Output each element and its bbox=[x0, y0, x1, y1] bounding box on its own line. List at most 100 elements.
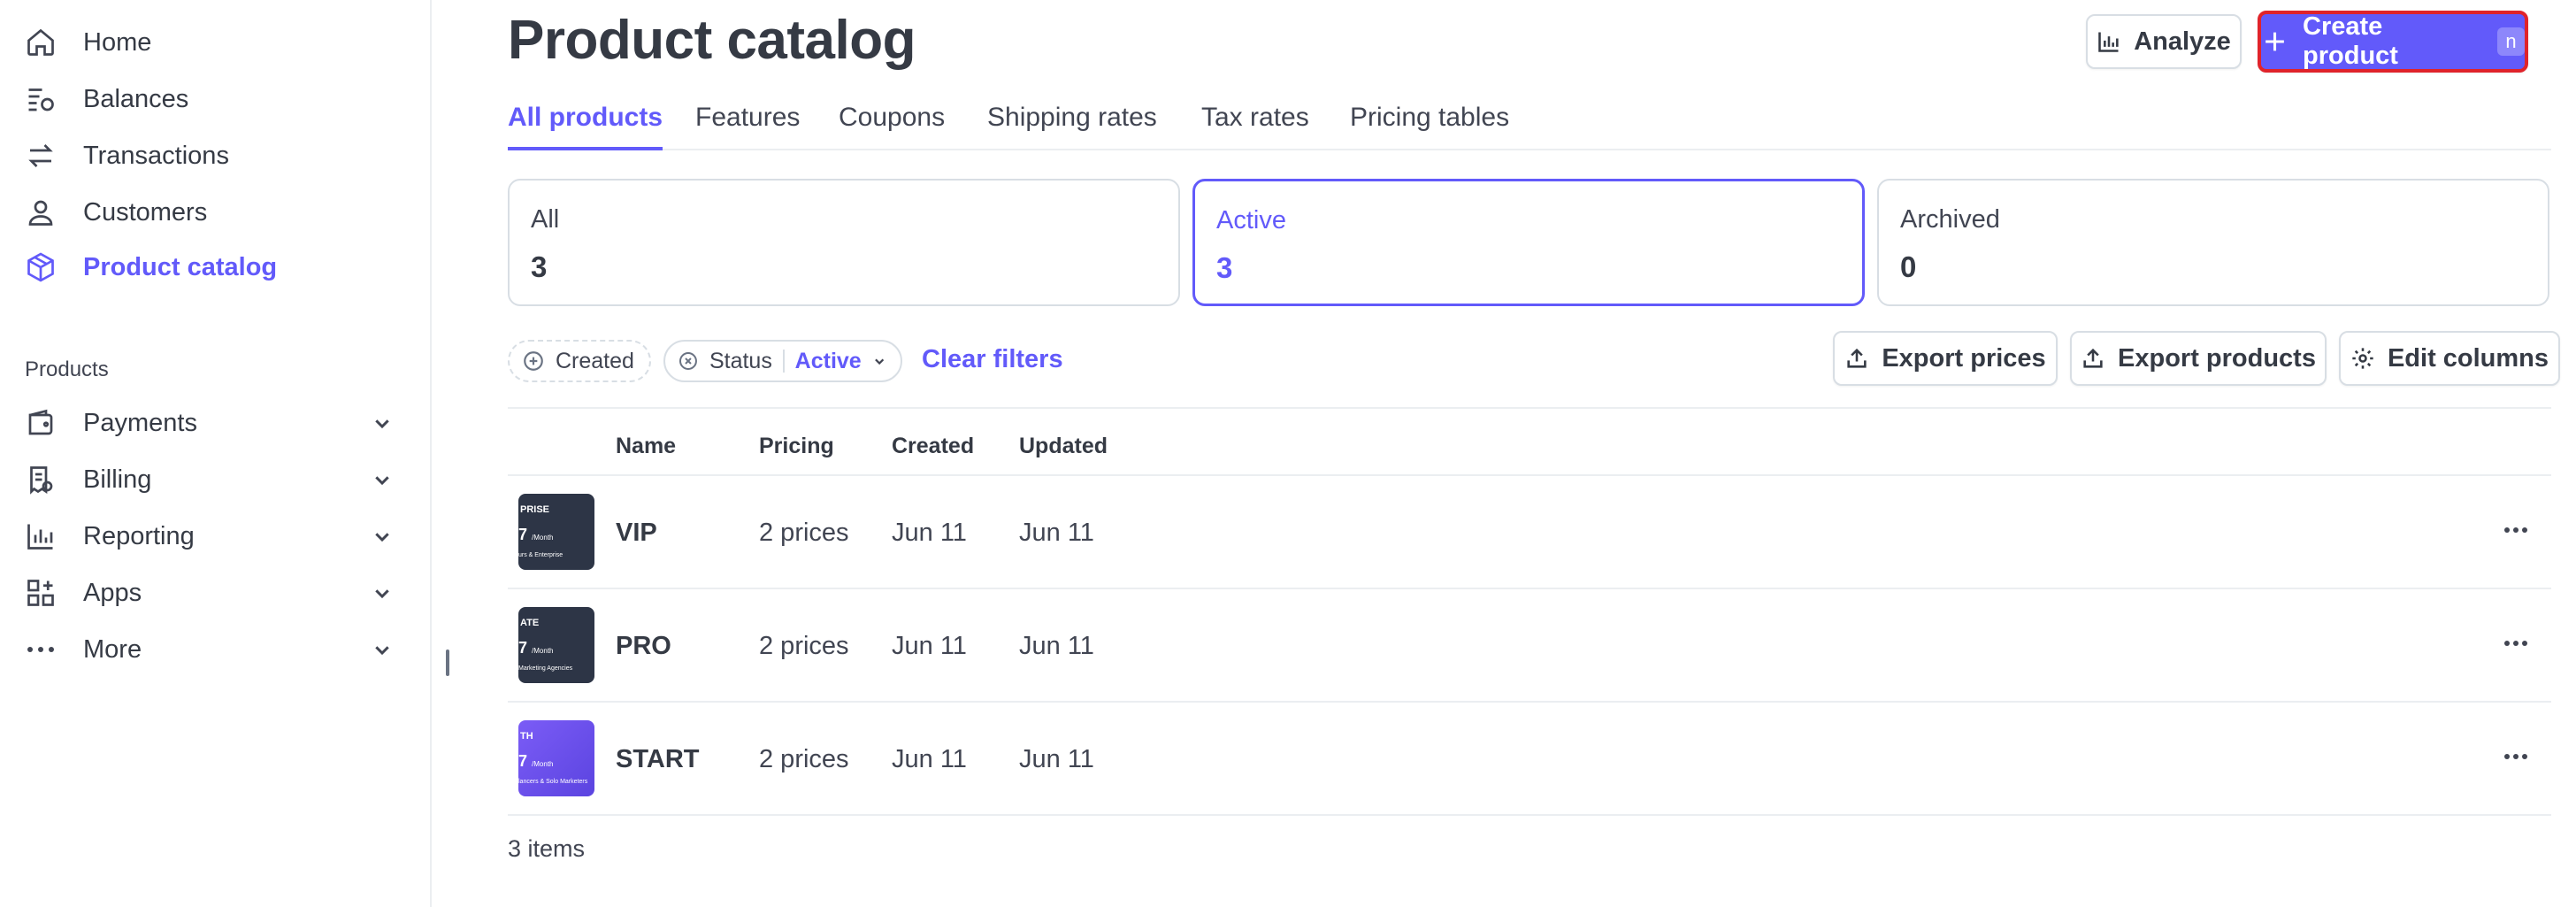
product-updated: Jun 11 bbox=[1019, 519, 1094, 547]
main-content: Product catalog Analyze Create product n… bbox=[508, 0, 2560, 907]
tab-shipping-rates[interactable]: Shipping rates bbox=[987, 96, 1157, 150]
table-row[interactable]: PRISE 7 /Month urs & Enterprise VIP 2 pr… bbox=[508, 478, 2551, 589]
tab-bar: All products Features Coupons Shipping r… bbox=[508, 96, 2551, 150]
sidebar-item-apps[interactable]: Apps bbox=[25, 570, 396, 616]
product-name[interactable]: PRO bbox=[616, 632, 671, 661]
column-header-updated[interactable]: Updated bbox=[1019, 434, 1108, 459]
tab-coupons[interactable]: Coupons bbox=[839, 96, 945, 150]
tab-features[interactable]: Features bbox=[695, 96, 800, 150]
sidebar-item-product-catalog[interactable]: Product catalog bbox=[25, 244, 396, 290]
sidebar-item-transactions[interactable]: Transactions bbox=[25, 133, 396, 179]
sidebar: Home Balances Transactions Customers Pro… bbox=[0, 0, 432, 907]
thumbnail-text: TH bbox=[520, 731, 533, 742]
product-name[interactable]: VIP bbox=[616, 519, 657, 548]
thumbnail-price-suffix: /Month bbox=[532, 647, 554, 655]
stat-label: Active bbox=[1216, 206, 1286, 234]
thumbnail-price-value: 7 bbox=[518, 639, 528, 657]
product-name[interactable]: START bbox=[616, 745, 700, 774]
sidebar-item-billing[interactable]: Billing bbox=[25, 457, 396, 503]
product-pricing: 2 prices bbox=[759, 632, 849, 660]
export-prices-button[interactable]: Export prices bbox=[1833, 331, 2058, 386]
column-header-created[interactable]: Created bbox=[892, 434, 974, 459]
thumbnail-text: PRISE bbox=[520, 504, 550, 515]
product-pricing: 2 prices bbox=[759, 519, 849, 547]
thumbnail-price-value: 7 bbox=[518, 752, 528, 770]
sidebar-resize-handle[interactable] bbox=[446, 650, 449, 676]
sidebar-item-customers[interactable]: Customers bbox=[25, 189, 396, 235]
thumbnail-price-suffix: /Month bbox=[532, 760, 554, 768]
sidebar-item-label: Billing bbox=[83, 465, 152, 494]
thumbnail-price: 7 /Month bbox=[518, 526, 554, 544]
balances-icon bbox=[25, 81, 67, 117]
sidebar-item-label: Payments bbox=[83, 408, 197, 437]
column-header-pricing[interactable]: Pricing bbox=[759, 434, 834, 459]
table-row[interactable]: ATE 7 /Month Marketing Agencies PRO 2 pr… bbox=[508, 591, 2551, 703]
create-product-button[interactable]: Create product n bbox=[2258, 11, 2528, 73]
analyze-button[interactable]: Analyze bbox=[2086, 14, 2242, 69]
chevron-down-icon bbox=[375, 419, 389, 429]
sidebar-item-label: Balances bbox=[83, 84, 189, 113]
stat-card-active[interactable]: Active 3 bbox=[1192, 179, 1865, 306]
product-thumbnail: PRISE 7 /Month urs & Enterprise bbox=[518, 494, 594, 570]
stat-value: 3 bbox=[531, 250, 548, 283]
chevron-down-icon bbox=[874, 358, 884, 365]
payments-icon bbox=[25, 405, 67, 441]
remove-circle-icon[interactable] bbox=[678, 350, 699, 373]
stat-value: 0 bbox=[1900, 250, 1917, 283]
row-actions-button[interactable] bbox=[2498, 743, 2534, 770]
thumbnail-subtext: lancers & Solo Marketers bbox=[518, 779, 588, 785]
sidebar-item-reporting[interactable]: Reporting bbox=[25, 513, 396, 559]
sidebar-item-label: Home bbox=[83, 27, 152, 57]
export-products-button[interactable]: Export products bbox=[2070, 331, 2327, 386]
table-header: Name Pricing Created Updated bbox=[508, 407, 2551, 476]
sidebar-item-more[interactable]: More bbox=[25, 626, 396, 673]
plus-icon bbox=[2266, 32, 2284, 51]
chart-icon bbox=[2098, 32, 2119, 52]
tab-all-products[interactable]: All products bbox=[508, 96, 663, 150]
export-prices-label: Export prices bbox=[1882, 343, 2046, 373]
tab-pricing-tables[interactable]: Pricing tables bbox=[1350, 96, 1509, 150]
export-products-label: Export products bbox=[2118, 343, 2316, 373]
tab-tax-rates[interactable]: Tax rates bbox=[1201, 96, 1309, 150]
sidebar-item-label: More bbox=[83, 634, 142, 664]
thumbnail-price: 7 /Month bbox=[518, 752, 554, 771]
filter-status-label: Status bbox=[709, 348, 772, 373]
items-count: 3 items bbox=[508, 835, 586, 862]
more-dots-icon bbox=[25, 632, 67, 667]
row-actions-button[interactable] bbox=[2498, 517, 2534, 543]
thumbnail-text: ATE bbox=[520, 618, 540, 628]
product-pricing: 2 prices bbox=[759, 745, 849, 773]
sidebar-item-label: Customers bbox=[83, 197, 208, 227]
sidebar-item-home[interactable]: Home bbox=[25, 19, 396, 65]
filter-status-chip[interactable]: Status Active bbox=[663, 340, 902, 382]
product-catalog-icon bbox=[25, 250, 67, 285]
export-icon bbox=[2083, 348, 2103, 368]
edit-columns-button[interactable]: Edit columns bbox=[2339, 331, 2560, 386]
stat-card-all[interactable]: All 3 bbox=[508, 179, 1180, 306]
keyboard-shortcut-badge: n bbox=[2496, 27, 2525, 56]
edit-columns-label: Edit columns bbox=[2387, 343, 2549, 373]
column-header-name[interactable]: Name bbox=[616, 434, 676, 459]
apps-icon bbox=[25, 575, 67, 611]
page-title: Product catalog bbox=[508, 10, 916, 71]
product-thumbnail: ATE 7 /Month Marketing Agencies bbox=[518, 607, 594, 683]
filter-created-label: Created bbox=[556, 348, 634, 373]
transactions-icon bbox=[25, 138, 67, 173]
add-circle-icon bbox=[524, 351, 543, 371]
billing-icon bbox=[25, 462, 67, 497]
clear-filters-link[interactable]: Clear filters bbox=[922, 345, 1063, 374]
table-row[interactable]: TH 7 /Month lancers & Solo Marketers STA… bbox=[508, 704, 2551, 816]
sidebar-item-payments[interactable]: Payments bbox=[25, 400, 396, 446]
filter-created-chip[interactable]: Created bbox=[508, 340, 651, 382]
chevron-down-icon bbox=[375, 589, 389, 599]
stat-card-archived[interactable]: Archived 0 bbox=[1877, 179, 2549, 306]
stat-label: All bbox=[531, 205, 560, 234]
product-created: Jun 11 bbox=[892, 632, 967, 660]
reporting-icon bbox=[25, 519, 67, 554]
thumbnail-price-suffix: /Month bbox=[532, 534, 554, 542]
row-actions-button[interactable] bbox=[2498, 630, 2534, 657]
thumbnail-price-value: 7 bbox=[518, 526, 528, 543]
sidebar-item-balances[interactable]: Balances bbox=[25, 76, 396, 122]
product-created: Jun 11 bbox=[892, 745, 967, 773]
chevron-down-icon bbox=[375, 476, 389, 486]
